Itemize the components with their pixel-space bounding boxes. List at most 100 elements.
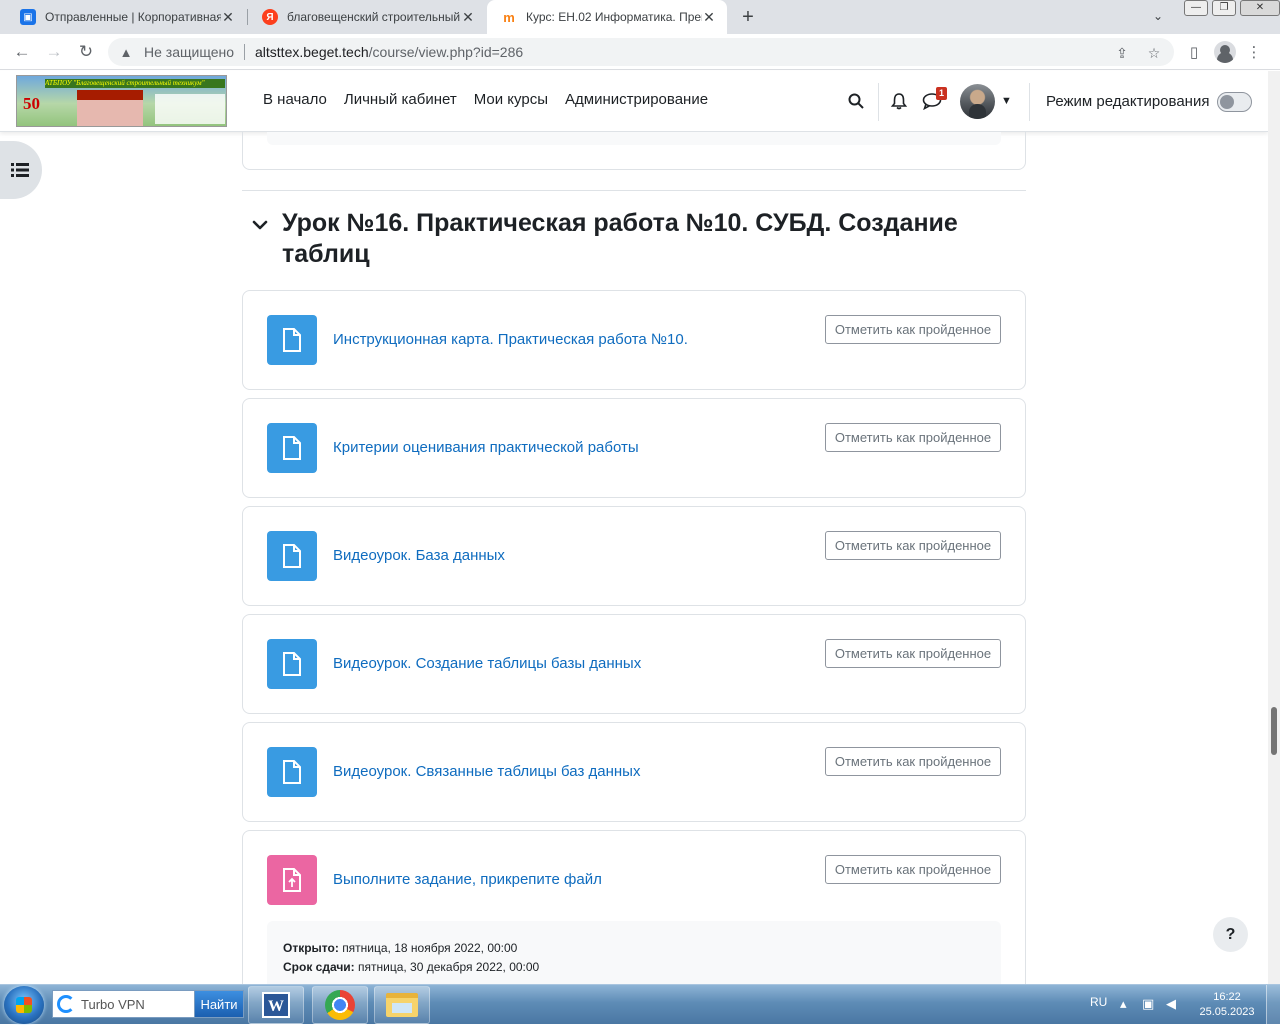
nav-dashboard[interactable]: Личный кабинет — [344, 91, 457, 108]
page-scrollbar[interactable] — [1268, 71, 1280, 984]
share-icon[interactable]: ⇪ — [1114, 45, 1130, 62]
help-button[interactable]: ? — [1213, 917, 1248, 952]
avatar[interactable] — [960, 84, 995, 119]
close-icon[interactable]: ✕ — [220, 9, 236, 25]
mark-as-done-button[interactable]: Отметить как пройденное — [825, 423, 1001, 452]
clock[interactable]: 16:22 25.05.2023 — [1198, 990, 1256, 1020]
mark-as-done-button[interactable]: Отметить как пройденное — [825, 531, 1001, 560]
search-icon[interactable] — [848, 93, 864, 109]
reload-icon[interactable]: ↻ — [76, 42, 96, 62]
divider — [244, 44, 245, 60]
restore-button[interactable]: ❐ — [1212, 0, 1236, 16]
chevron-down-icon[interactable]: ⌄ — [1153, 9, 1163, 23]
browser-toolbar: ← → ↻ ▲ Не защищено altsttex.beget.tech/… — [0, 34, 1280, 70]
previous-activity-card — [242, 132, 1026, 170]
yandex-icon: Я — [262, 9, 278, 25]
file-icon[interactable] — [267, 747, 317, 797]
scrollbar-thumb[interactable] — [1271, 707, 1277, 755]
taskbar-chrome[interactable] — [312, 986, 368, 1024]
activity-card: Критерии оценивания практической работы … — [242, 398, 1026, 498]
tab-title: благовещенский строительный — [287, 10, 461, 24]
due-date: Срок сдачи: пятница, 30 декабря 2022, 00… — [283, 958, 985, 977]
close-icon[interactable]: ✕ — [460, 9, 476, 25]
taskbar-word[interactable]: W — [248, 986, 304, 1024]
windows-taskbar: Turbo VPN Найти W RU ▴ ▣ ◀ 16:22 25.05.2… — [0, 984, 1280, 1025]
previous-activity-details — [267, 132, 1001, 145]
nav-my-courses[interactable]: Мои курсы — [474, 91, 548, 108]
tab-mail[interactable]: ▣ Отправленные | Корпоративная ✕ — [6, 0, 246, 34]
url-text[interactable]: altsttex.beget.tech/course/view.php?id=2… — [255, 44, 523, 60]
nav-site-admin[interactable]: Администрирование — [565, 91, 708, 108]
opened-date: Открыто: пятница, 18 ноября 2022, 00:00 — [283, 939, 985, 958]
not-secure-label[interactable]: Не защищено — [144, 44, 234, 60]
new-tab-button[interactable]: + — [736, 5, 760, 29]
taskbar-explorer[interactable] — [374, 986, 430, 1024]
close-window-button[interactable]: ✕ — [1240, 0, 1280, 16]
nav-home[interactable]: В начало — [263, 91, 327, 108]
activity-link[interactable]: Видеоурок. Связанные таблицы баз данных — [333, 763, 640, 780]
sidebar-panel-icon[interactable]: ▯ — [1184, 43, 1204, 61]
profile-icon[interactable] — [1214, 41, 1236, 63]
moodle-icon: m — [503, 9, 515, 25]
logo-text: АТБПОУ "Благовещенский строительный техн… — [45, 79, 225, 88]
bell-icon[interactable] — [890, 92, 908, 110]
star-icon[interactable]: ☆ — [1146, 45, 1162, 62]
close-icon[interactable]: ✕ — [701, 9, 717, 25]
search-button[interactable]: Найти — [194, 990, 244, 1018]
chevron-down-icon[interactable]: ▼ — [1001, 95, 1012, 107]
primary-navigation: В начало Личный кабинет Мои курсы Админи… — [263, 91, 725, 108]
word-icon: W — [262, 992, 290, 1018]
file-icon[interactable] — [267, 639, 317, 689]
warning-triangle-icon[interactable]: ▲ — [118, 45, 134, 60]
activity-link[interactable]: Видеоурок. Создание таблицы базы данных — [333, 655, 641, 672]
folder-icon — [386, 993, 418, 1017]
language-indicator[interactable]: RU — [1090, 995, 1107, 1009]
activity-link[interactable]: Критерии оценивания практической работы — [333, 439, 639, 456]
site-logo[interactable]: АТБПОУ "Благовещенский строительный техн… — [16, 75, 227, 127]
address-bar[interactable]: ▲ Не защищено altsttex.beget.tech/course… — [108, 38, 1174, 66]
chrome-icon — [325, 990, 355, 1020]
mark-as-done-button[interactable]: Отметить как пройденное — [825, 639, 1001, 668]
activity-card: Видеоурок. Связанные таблицы баз данных … — [242, 722, 1026, 822]
kebab-menu-icon[interactable]: ⋮ — [1244, 43, 1264, 61]
show-desktop-button[interactable] — [1266, 985, 1280, 1025]
file-icon[interactable] — [267, 531, 317, 581]
activity-link[interactable]: Инструкционная карта. Практическая работ… — [333, 331, 688, 348]
section-divider — [242, 190, 1026, 191]
mark-as-done-button[interactable]: Отметить как пройденное — [825, 855, 1001, 884]
minimize-button[interactable]: — — [1184, 0, 1208, 16]
section-title[interactable]: Урок №16. Практическая работа №10. СУБД.… — [282, 208, 1012, 270]
window-controls: — ❐ ✕ — [1180, 0, 1280, 16]
speaker-icon[interactable]: ◀ — [1166, 996, 1176, 1012]
list-icon — [11, 163, 29, 177]
tab-course[interactable]: m Курс: ЕН.02 Информатика. Прег ✕ — [487, 0, 727, 34]
tab-yandex[interactable]: Я благовещенский строительный ✕ — [248, 0, 486, 34]
edit-mode-toggle[interactable] — [1217, 92, 1252, 112]
internet-explorer-icon — [57, 995, 75, 1013]
clock-date: 25.05.2023 — [1199, 1006, 1255, 1018]
opened-value: пятница, 18 ноября 2022, 00:00 — [342, 941, 518, 955]
activity-link[interactable]: Выполните задание, прикрепите файл — [333, 871, 602, 888]
due-label: Срок сдачи: — [283, 960, 355, 974]
tab-title: Отправленные | Корпоративная — [45, 10, 221, 24]
activity-link[interactable]: Видеоурок. База данных — [333, 547, 505, 564]
back-arrow-icon[interactable]: ← — [12, 42, 32, 62]
search-input[interactable]: Turbo VPN — [52, 990, 196, 1018]
mail-icon: ▣ — [20, 9, 36, 25]
tab-title: Курс: ЕН.02 Информатика. Прег — [526, 10, 702, 24]
file-icon[interactable] — [267, 423, 317, 473]
mark-as-done-button[interactable]: Отметить как пройденное — [825, 747, 1001, 776]
chevron-down-icon[interactable] — [251, 216, 269, 234]
file-upload-icon[interactable] — [267, 855, 317, 905]
mark-as-done-button[interactable]: Отметить как пройденное — [825, 315, 1001, 344]
tray-expand-icon[interactable]: ▴ — [1120, 996, 1127, 1012]
forward-arrow-icon[interactable]: → — [44, 42, 64, 62]
start-button[interactable] — [4, 986, 44, 1024]
network-icon[interactable]: ▣ — [1142, 996, 1154, 1012]
site-navbar: АТБПОУ "Благовещенский строительный техн… — [0, 71, 1268, 132]
divider — [878, 83, 879, 121]
file-icon[interactable] — [267, 315, 317, 365]
activity-card: Видеоурок. Создание таблицы базы данных … — [242, 614, 1026, 714]
activity-card: Выполните задание, прикрепите файл Отмет… — [242, 830, 1026, 1001]
course-index-drawer-button[interactable] — [0, 141, 42, 199]
